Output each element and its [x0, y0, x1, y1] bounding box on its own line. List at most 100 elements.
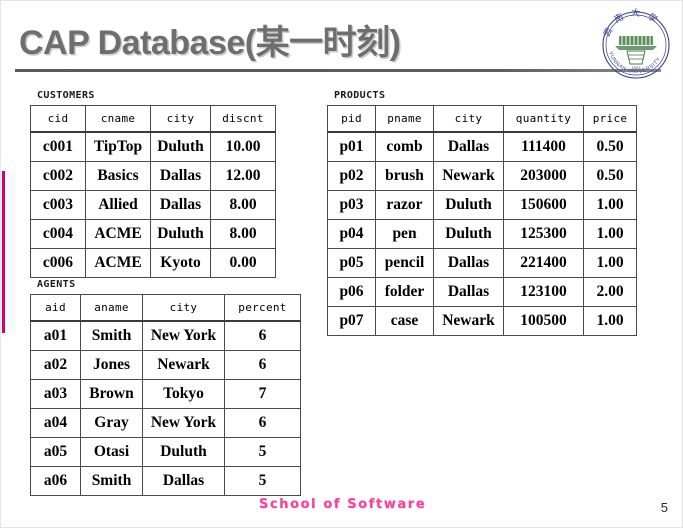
cell-percent: 6 — [224, 350, 301, 380]
column-header-quantity: quantity — [503, 105, 584, 133]
cell-pname: pencil — [375, 248, 434, 278]
svg-text:YUNNAN UNIVERSITY: YUNNAN UNIVERSITY — [607, 51, 662, 75]
cell-price: 1.00 — [583, 219, 637, 249]
cell-city: Newark — [433, 306, 504, 336]
column-header-aid: aid — [30, 294, 81, 322]
table-caption-agents: AGENTS — [37, 279, 76, 290]
table-header-row: pid pname city quantity price — [327, 105, 637, 133]
column-header-pname: pname — [375, 105, 434, 133]
cell-pname: folder — [375, 277, 434, 307]
column-header-city: city — [433, 105, 504, 133]
cell-quantity: 123100 — [503, 277, 584, 307]
title-divider — [15, 69, 661, 72]
cell-price: 1.00 — [583, 248, 637, 278]
cell-cid: c006 — [30, 248, 86, 278]
cell-pname: razor — [375, 190, 434, 220]
table-agents: aid aname city percent a01 Smith New York 6 a02 J… — [30, 294, 301, 496]
cell-aname: Gray — [80, 408, 143, 438]
cell-city: Duluth — [433, 219, 504, 249]
cell-aid: a04 — [30, 408, 81, 438]
cell-quantity: 221400 — [503, 248, 584, 278]
cell-pid: p02 — [327, 161, 376, 191]
column-header-cid: cid — [30, 105, 86, 133]
table-row: a04 Gray New York 6 — [30, 408, 301, 438]
table-row: a05 Otasi Duluth 5 — [30, 437, 301, 467]
table-row: p01 comb Dallas 111400 0.50 — [327, 131, 637, 162]
table-header-row: aid aname city percent — [30, 294, 301, 322]
column-header-aname: aname — [80, 294, 143, 322]
cell-cname: TipTop — [85, 131, 151, 162]
table-products: pid pname city quantity price p01 comb Dallas 11… — [327, 105, 637, 336]
cell-cname: Allied — [85, 190, 151, 220]
table-row: p02 brush Newark 203000 0.50 — [327, 161, 637, 191]
cell-price: 0.50 — [583, 161, 637, 191]
cell-percent: 5 — [224, 437, 301, 467]
cell-city: Tokyo — [142, 379, 225, 409]
cell-city: Duluth — [142, 437, 225, 467]
table-row: p06 folder Dallas 123100 2.00 — [327, 277, 637, 307]
table-customers: cid cname city discnt c001 TipTop Duluth 10.00 c… — [30, 105, 276, 278]
column-header-city: city — [150, 105, 211, 133]
cell-aid: a06 — [30, 466, 81, 496]
cell-aid: a01 — [30, 320, 81, 351]
cell-pname: brush — [375, 161, 434, 191]
cell-aid: a03 — [30, 379, 81, 409]
cell-city: New York — [142, 408, 225, 438]
left-accent-bar — [2, 171, 5, 333]
cell-quantity: 203000 — [503, 161, 584, 191]
table-row: p05 pencil Dallas 221400 1.00 — [327, 248, 637, 278]
page-title: CAP Database(某一时刻) — [19, 24, 401, 62]
column-header-discnt: discnt — [210, 105, 276, 133]
cell-discnt: 10.00 — [210, 131, 276, 162]
cell-quantity: 100500 — [503, 306, 584, 336]
cell-pname: comb — [375, 131, 434, 162]
column-header-price: price — [583, 105, 637, 133]
table-row: p04 pen Duluth 125300 1.00 — [327, 219, 637, 249]
cell-city: New York — [142, 320, 225, 351]
cell-discnt: 12.00 — [210, 161, 276, 191]
table-row: c004 ACME Duluth 8.00 — [30, 219, 276, 249]
cell-percent: 6 — [224, 320, 301, 351]
cell-price: 1.00 — [583, 190, 637, 220]
column-header-cname: cname — [85, 105, 151, 133]
cell-cname: Basics — [85, 161, 151, 191]
cell-cid: c001 — [30, 131, 86, 162]
cell-percent: 7 — [224, 379, 301, 409]
cell-city: Duluth — [150, 219, 211, 249]
cell-city: Newark — [433, 161, 504, 191]
cell-city: Duluth — [150, 131, 211, 162]
cell-discnt: 8.00 — [210, 190, 276, 220]
cell-discnt: 0.00 — [210, 248, 276, 278]
column-header-city: city — [142, 294, 225, 322]
cell-aname: Smith — [80, 320, 143, 351]
page-number: 5 — [660, 500, 668, 515]
footer-school-label: School of Software — [258, 497, 427, 512]
table-header-row: cid cname city discnt — [30, 105, 276, 133]
cell-cid: c004 — [30, 219, 86, 249]
left-accent-tint — [5, 171, 15, 333]
cell-aname: Otasi — [80, 437, 143, 467]
cell-city: Dallas — [142, 466, 225, 496]
cell-pid: p05 — [327, 248, 376, 278]
slide-canvas: CAP Database(某一时刻) 1923 YUNNAN UNIVERSIT… — [0, 0, 683, 528]
cell-pid: p01 — [327, 131, 376, 162]
table-row: c002 Basics Dallas 12.00 — [30, 161, 276, 191]
cell-pid: p06 — [327, 277, 376, 307]
cell-city: Kyoto — [150, 248, 211, 278]
table-row: p07 case Newark 100500 1.00 — [327, 306, 637, 336]
cell-aname: Brown — [80, 379, 143, 409]
table-row: c001 TipTop Duluth 10.00 — [30, 131, 276, 162]
table-row: c003 Allied Dallas 8.00 — [30, 190, 276, 220]
cell-percent: 5 — [224, 466, 301, 496]
cell-quantity: 150600 — [503, 190, 584, 220]
cell-price: 2.00 — [583, 277, 637, 307]
cell-city: Dallas — [150, 161, 211, 191]
cell-aname: Jones — [80, 350, 143, 380]
cell-pname: pen — [375, 219, 434, 249]
column-header-pid: pid — [327, 105, 376, 133]
table-row: a01 Smith New York 6 — [30, 320, 301, 351]
cell-quantity: 125300 — [503, 219, 584, 249]
cell-city: Newark — [142, 350, 225, 380]
cell-aid: a02 — [30, 350, 81, 380]
cell-price: 0.50 — [583, 131, 637, 162]
